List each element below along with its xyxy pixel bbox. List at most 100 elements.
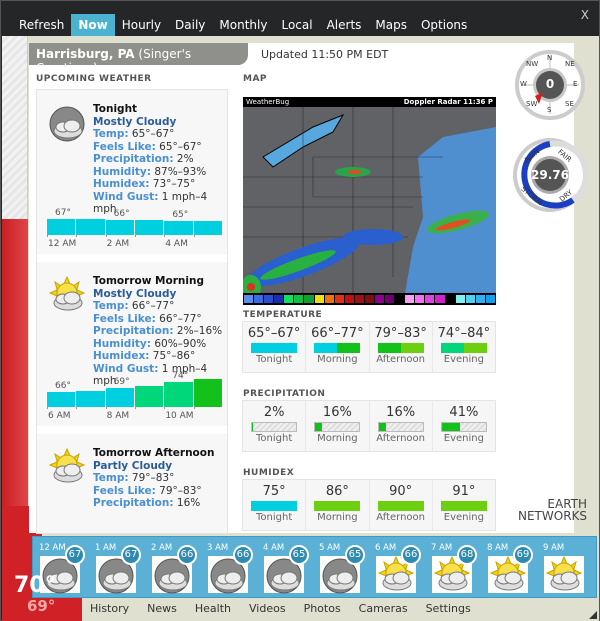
- resize-handle[interactable]: [589, 611, 597, 619]
- tab-daily[interactable]: Daily: [168, 14, 212, 37]
- hour-temp-badge: 68: [457, 545, 477, 565]
- compass-label-se: SE: [565, 100, 574, 108]
- humidex-cell: 75° Tonight: [243, 480, 307, 530]
- tab-refresh[interactable]: Refresh: [12, 14, 71, 37]
- hour-temp-badge: 69: [513, 545, 533, 565]
- forecast-row: Temp: 66°–77°: [93, 300, 227, 313]
- x-axis-label: 2 AM: [106, 239, 130, 249]
- temp-bar: [193, 221, 223, 235]
- forecast-row: Feels Like: 65°–67°: [93, 141, 227, 154]
- footer-link-news[interactable]: News: [147, 602, 177, 615]
- hourly-item[interactable]: 8 AM 69: [485, 543, 540, 595]
- forecast-row: Humidex: 75°–86°: [93, 350, 227, 363]
- hourly-item[interactable]: 6 AM 66: [373, 543, 428, 595]
- tab-hourly[interactable]: Hourly: [115, 14, 168, 37]
- tab-alerts[interactable]: Alerts: [320, 14, 369, 37]
- precipitation-value: 41%: [449, 405, 479, 420]
- legend-swatch: [385, 295, 395, 303]
- temperature-bar: [314, 343, 361, 353]
- forecast-row-label: Humidex:: [93, 178, 150, 190]
- radar-map-image: [243, 97, 496, 305]
- forecast-row-label: Humidity:: [93, 165, 151, 178]
- forecast-card[interactable]: Tonight Mostly Cloudy Temp: 65°–67° Feels L…: [37, 90, 227, 262]
- legend-swatch: [425, 295, 435, 303]
- hourly-item[interactable]: 7 AM 68: [429, 543, 484, 595]
- forecast-row-value: 65°–67°: [159, 140, 202, 153]
- humidex-bar: [251, 501, 298, 511]
- x-axis-label: 10 AM: [165, 411, 194, 421]
- main-nav: Refresh Now Hourly Daily Monthly Local Alerts M…: [12, 14, 474, 37]
- axis-tick: [135, 234, 136, 237]
- footer-link-health[interactable]: Health: [195, 602, 231, 615]
- precipitation-value: 16%: [322, 405, 352, 420]
- forecast-period: Tonight: [93, 103, 138, 115]
- barometer-dial[interactable]: RAIN FAIR DRY STORM 29.76: [513, 138, 587, 212]
- compass-label-s: S: [547, 106, 552, 114]
- precipitation-cell: 2% Tonight: [243, 401, 307, 451]
- tab-now[interactable]: Now: [71, 14, 115, 37]
- footer-link-photos[interactable]: Photos: [304, 602, 341, 615]
- forecast-row: Humidity: 87%–93%: [93, 166, 227, 179]
- axis-tick: [76, 234, 78, 237]
- temperature-value: 74°–84°: [437, 326, 491, 341]
- legend-swatch: [254, 295, 264, 303]
- footer-nav: History News Health Videos Photos Cameras Sett…: [90, 602, 471, 615]
- forecast-row-value: 66°–77°: [131, 300, 175, 312]
- forecast-row-label: Precipitation:: [93, 497, 174, 509]
- forecast-card[interactable]: Tomorrow Afternoon Partly Cloudy Temp: 79°…: [37, 434, 227, 533]
- precipitation-period: Tonight: [256, 433, 293, 444]
- main-panel: Harrisburg, PA (Singer's Creations) Upda…: [29, 43, 574, 534]
- hourly-item[interactable]: 1 AM 67: [93, 543, 148, 595]
- forecast-row-label: Wind Gust:: [93, 190, 159, 203]
- hourly-item[interactable]: 9 AM: [541, 543, 596, 595]
- forecast-row: Humidity: 60%–90%: [93, 338, 227, 351]
- temperature-cell: 79°–83° Afternoon: [370, 322, 433, 372]
- hourly-item[interactable]: 2 AM 66: [149, 543, 204, 595]
- wind-compass[interactable]: N NE E SE S SW W NW 0: [515, 50, 585, 120]
- footer-link-settings[interactable]: Settings: [426, 602, 471, 615]
- forecast-row-value: 16%: [176, 497, 201, 509]
- humidex-period: Morning: [317, 512, 358, 523]
- hourly-item[interactable]: 3 AM 66: [205, 543, 260, 595]
- footer-link-videos[interactable]: Videos: [249, 602, 286, 615]
- temperature-bar: [251, 343, 298, 353]
- radar-map[interactable]: WeatherBug Doppler Radar 11:36 P: [243, 97, 496, 305]
- legend-swatch: [435, 295, 445, 303]
- close-button[interactable]: X: [581, 8, 589, 22]
- mostly-cloudy-day-icon: [47, 275, 87, 316]
- forecast-condition: Mostly Cloudy: [93, 115, 177, 128]
- forecast-card[interactable]: Tomorrow Morning Mostly Cloudy Temp: 66°–7…: [37, 262, 227, 434]
- hourly-strip[interactable]: 12 AM 67 1 AM 67 2 AM 66 3 AM 66 4 AM 65 5 AM 65 6 A…: [32, 536, 597, 598]
- earth-networks-logo: EARTH NETWORKS: [518, 498, 587, 522]
- precipitation-value: 2%: [263, 405, 285, 420]
- temperature-cell: 74°–84° Evening: [433, 322, 495, 372]
- precipitation-title: PRECIPITATION: [243, 389, 326, 399]
- forecast-row-value: 60%–90%: [154, 337, 207, 350]
- footer-link-cameras[interactable]: Cameras: [359, 602, 408, 615]
- precipitation-bar: [440, 422, 487, 432]
- tab-options[interactable]: Options: [414, 14, 474, 37]
- tab-monthly[interactable]: Monthly: [212, 14, 274, 37]
- hour-label: 9 AM: [543, 543, 565, 553]
- upcoming-weather-list[interactable]: Tonight Mostly Cloudy Temp: 65°–67° Feels L…: [36, 89, 228, 534]
- forecast-row-value: 79°–83°: [159, 484, 202, 497]
- humidex-cell: 90° Afternoon: [370, 480, 433, 530]
- legend-swatch: [415, 295, 425, 303]
- compass-label-sw: SW: [526, 100, 538, 108]
- weather-app-window: Refresh Now Hourly Daily Monthly Local Alerts M…: [0, 0, 600, 621]
- forecast-row: Feels Like: 66°–77°: [93, 313, 227, 326]
- hourly-item[interactable]: 5 AM 65: [317, 543, 372, 595]
- temp-bar: [164, 382, 194, 407]
- temp-bar: [193, 378, 223, 407]
- temperature-period: Morning: [317, 354, 358, 365]
- temp-range-segment: [251, 343, 275, 353]
- forecast-row-label: Temp:: [93, 472, 129, 484]
- tab-local[interactable]: Local: [274, 14, 319, 37]
- axis-tick: [164, 406, 166, 409]
- tab-maps[interactable]: Maps: [368, 14, 414, 37]
- compass-label-nw: NW: [526, 60, 539, 68]
- precipitation-bar: [251, 422, 298, 432]
- hourly-item[interactable]: 4 AM 65: [261, 543, 316, 595]
- location-label[interactable]: Harrisburg, PA (Singer's Creations): [29, 43, 248, 75]
- footer-link-history[interactable]: History: [90, 602, 129, 615]
